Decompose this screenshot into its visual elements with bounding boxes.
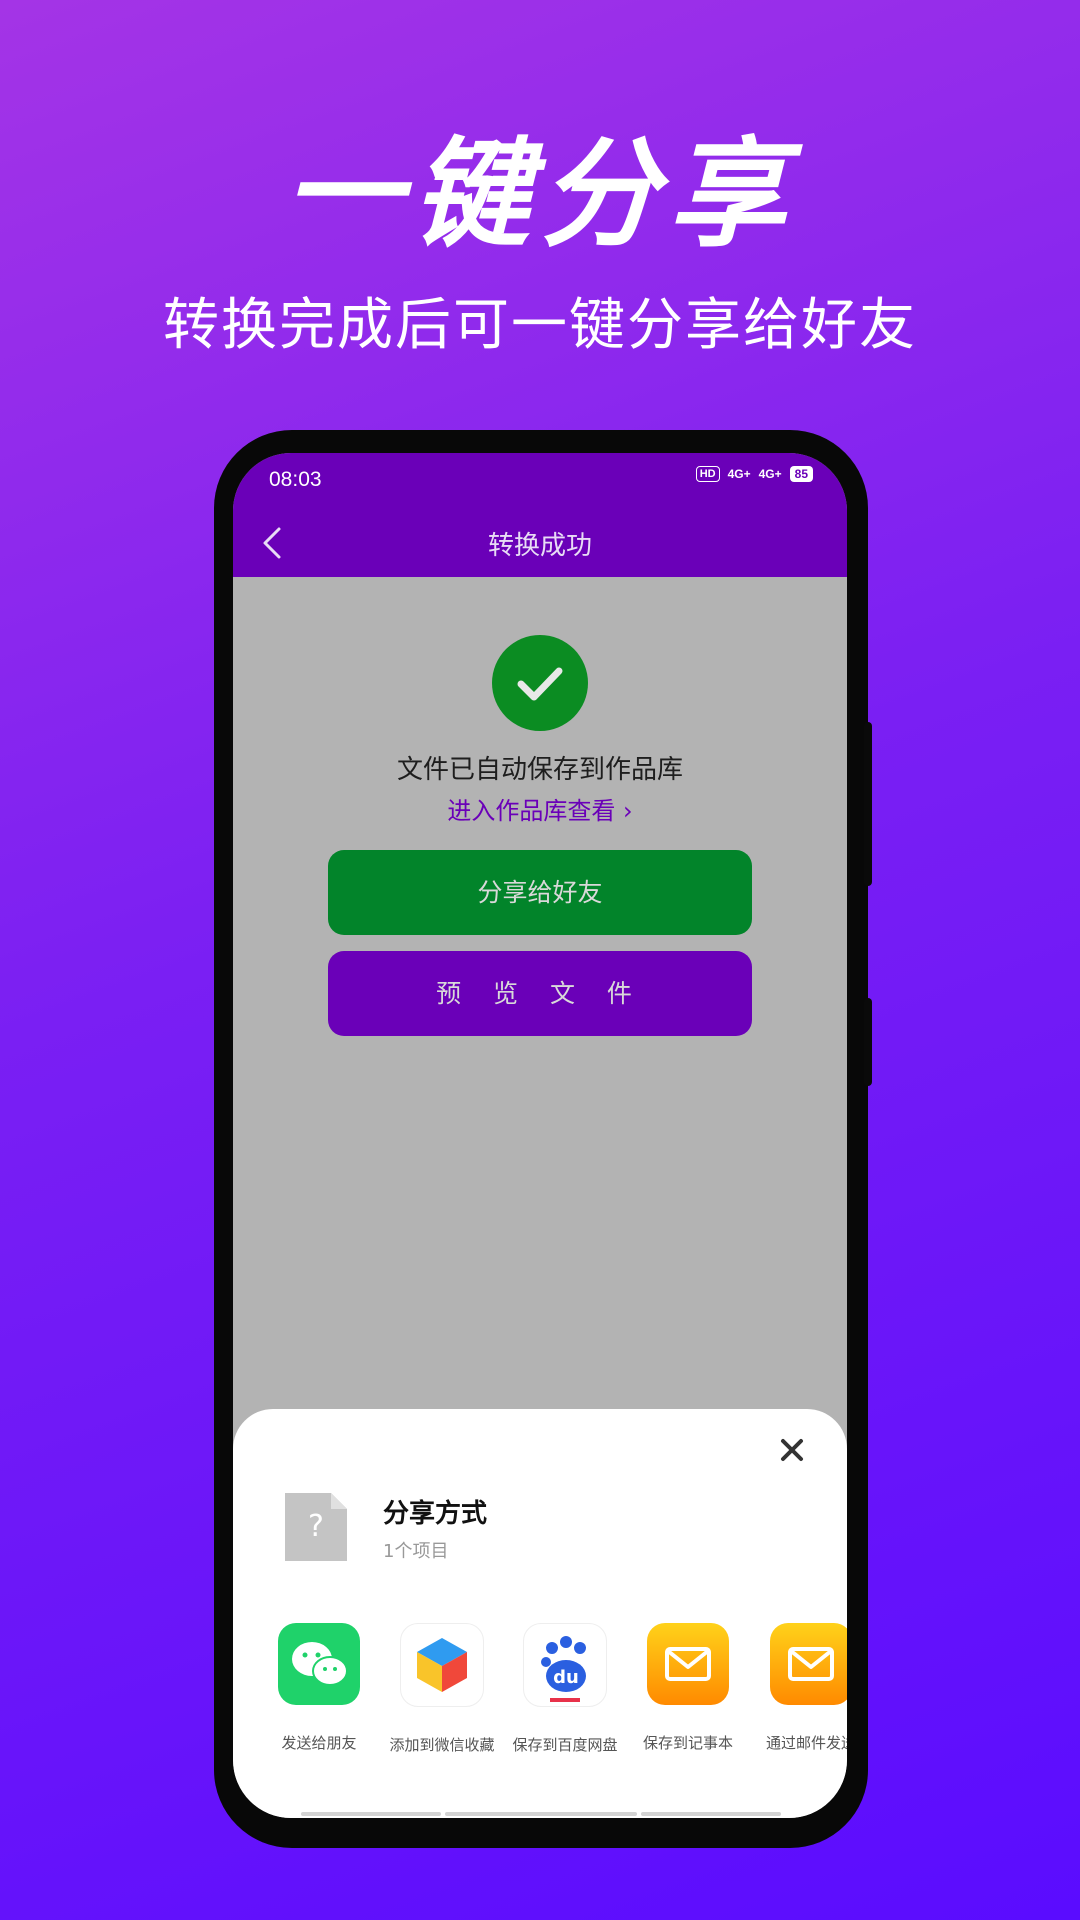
share-app-label: 保存到记事本 xyxy=(642,1734,733,1752)
share-app-notes[interactable]: 保存到记事本 xyxy=(628,1623,748,1753)
scroll-indicator xyxy=(445,1812,637,1816)
share-item-count: 1个项目 xyxy=(383,1541,449,1562)
share-app-label: 添加到微信收藏 xyxy=(389,1736,495,1754)
status-bar: 08:03 HD 4G+ 4G+ 85 xyxy=(233,453,847,509)
phone-power-button xyxy=(864,998,872,1086)
hero-subtitle: 转换完成后可一键分享给好友 xyxy=(163,293,917,358)
hd-icon: HD xyxy=(695,466,720,482)
notes-mail-icon xyxy=(647,1623,729,1705)
page-title: 转换成功 xyxy=(487,531,592,561)
scroll-indicator xyxy=(641,1812,781,1816)
baidu-netdisk-icon: du xyxy=(523,1623,607,1707)
share-to-friends-button[interactable]: 分享给好友 xyxy=(328,850,752,935)
close-icon[interactable] xyxy=(777,1435,807,1465)
status-time: 08:03 xyxy=(269,468,322,491)
share-app-wechat-favorites[interactable]: 添加到微信收藏 xyxy=(382,1623,502,1755)
scroll-indicator xyxy=(301,1812,441,1816)
unknown-file-icon: ? xyxy=(281,1489,351,1565)
gallery-link[interactable]: 进入作品库查看 › xyxy=(233,791,847,826)
share-app-wechat-friend[interactable]: 发送给朋友 xyxy=(259,1623,379,1753)
signal-icon-2: 4G+ xyxy=(758,467,782,481)
share-app-mail[interactable]: 通过邮件发送 xyxy=(751,1623,847,1753)
hero-title: 一键分享 xyxy=(283,125,796,263)
success-check-icon xyxy=(492,635,588,731)
nav-bar: 转换成功 xyxy=(233,509,847,577)
signal-icon: 4G+ xyxy=(727,467,751,481)
saved-message: 文件已自动保存到作品库 xyxy=(396,755,683,785)
share-app-label: 通过邮件发送 xyxy=(765,1734,847,1752)
share-sheet: ? 分享方式 1个项目 发送给朋友 添加到微信收藏 du 保存到百度网盘 保存到… xyxy=(233,1409,847,1818)
battery-icon: 85 xyxy=(789,466,813,482)
status-icons: HD 4G+ 4G+ 85 xyxy=(695,466,813,482)
svg-text:du: du xyxy=(553,1667,579,1688)
share-app-baidu-netdisk[interactable]: du 保存到百度网盘 xyxy=(505,1623,625,1755)
phone-volume-button xyxy=(864,722,872,886)
wechat-icon xyxy=(278,1623,360,1705)
share-app-label: 保存到百度网盘 xyxy=(512,1736,618,1754)
share-app-label: 发送给朋友 xyxy=(281,1734,357,1752)
preview-file-button[interactable]: 预 览 文 件 xyxy=(328,951,752,1036)
phone-screen: 08:03 HD 4G+ 4G+ 85 转换成功 文件已自动保存到作品库 进入作… xyxy=(233,453,847,1818)
share-sheet-title: 分享方式 xyxy=(383,1499,488,1529)
mail-icon xyxy=(770,1623,847,1705)
wechat-favorites-icon xyxy=(400,1623,484,1707)
file-icon-glyph: ? xyxy=(308,1509,324,1544)
